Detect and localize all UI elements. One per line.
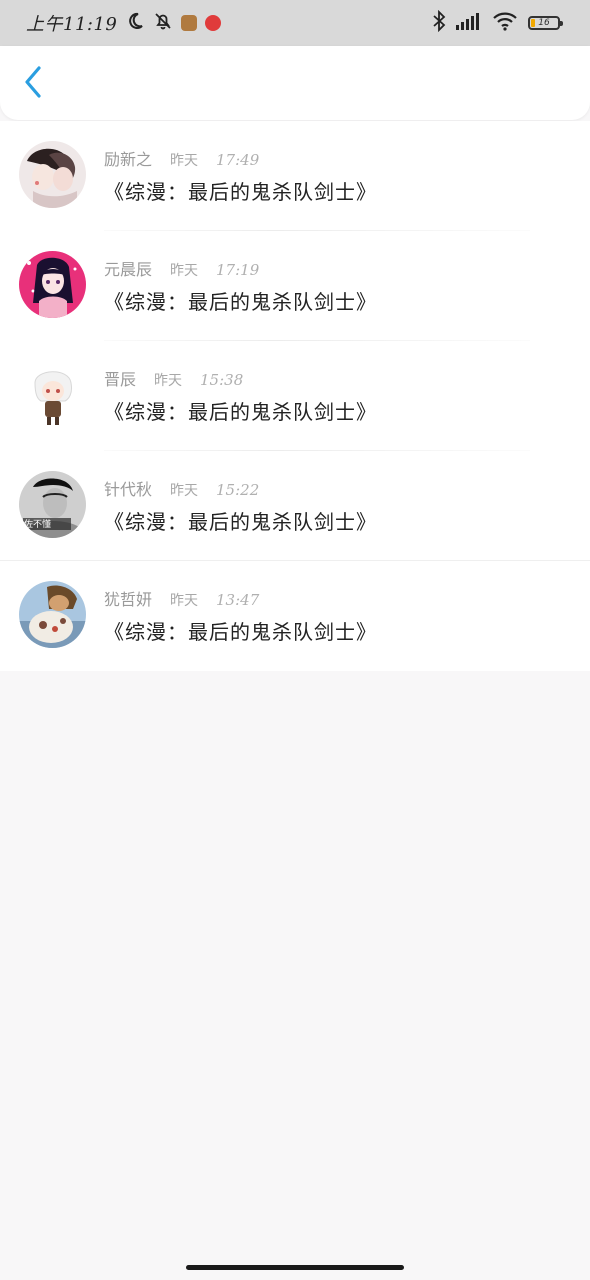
sender-name: 晋辰 xyxy=(104,370,137,389)
sender-name: 针代秋 xyxy=(104,480,153,499)
list-item[interactable]: 晋辰 昨天 15:38 《综漫：最后的鬼杀队剑士》 xyxy=(0,341,590,451)
date-label: 昨天 xyxy=(170,593,199,609)
status-time: 上午11:19 xyxy=(26,14,118,35)
home-indicator[interactable] xyxy=(186,1265,404,1270)
book-title[interactable]: 《综漫：最后的鬼杀队剑士》 xyxy=(104,286,570,315)
time-label: 13:47 xyxy=(216,591,260,609)
bluetooth-icon xyxy=(432,9,446,36)
app-notification-icon xyxy=(181,15,198,31)
signal-icon xyxy=(456,12,482,34)
wifi-icon xyxy=(492,11,518,35)
message-list: 励新之 昨天 17:49 《综漫：最后的鬼杀队剑士》 元晨辰 昨天 17:19 … xyxy=(0,121,590,671)
list-item[interactable]: 犹哲妍 昨天 13:47 《综漫：最后的鬼杀队剑士》 xyxy=(0,561,590,671)
avatar[interactable] xyxy=(19,251,86,318)
avatar[interactable] xyxy=(19,581,86,648)
battery-level: 16 xyxy=(538,18,550,28)
chevron-left-icon xyxy=(24,66,42,102)
back-button[interactable] xyxy=(18,66,48,102)
date-label: 昨天 xyxy=(170,483,199,499)
date-label: 昨天 xyxy=(170,263,199,279)
status-bar: 上午11:19 16 xyxy=(0,0,590,46)
sender-name: 励新之 xyxy=(104,150,153,169)
list-item[interactable]: 元晨辰 昨天 17:19 《综漫：最后的鬼杀队剑士》 xyxy=(0,231,590,341)
list-item[interactable]: 励新之 昨天 17:49 《综漫：最后的鬼杀队剑士》 xyxy=(0,121,590,231)
avatar[interactable]: 佐不懂 xyxy=(19,471,86,538)
time-label: 17:19 xyxy=(216,261,260,279)
avatar-caption: 佐不懂 xyxy=(24,518,51,530)
book-title[interactable]: 《综漫：最后的鬼杀队剑士》 xyxy=(104,506,570,535)
book-title[interactable]: 《综漫：最后的鬼杀队剑士》 xyxy=(104,396,570,425)
book-title[interactable]: 《综漫：最后的鬼杀队剑士》 xyxy=(104,176,570,205)
time-label: 17:49 xyxy=(216,151,260,169)
time-label: 15:38 xyxy=(200,371,244,389)
sender-name: 犹哲妍 xyxy=(104,590,153,609)
book-title[interactable]: 《综漫：最后的鬼杀队剑士》 xyxy=(104,616,570,645)
date-label: 昨天 xyxy=(170,153,199,169)
date-label: 昨天 xyxy=(154,373,183,389)
battery-icon: 16 xyxy=(528,16,563,30)
app-notification-icon xyxy=(205,15,222,31)
avatar[interactable] xyxy=(19,361,86,428)
sender-name: 元晨辰 xyxy=(104,260,153,279)
bell-off-icon xyxy=(153,11,173,35)
moon-icon xyxy=(125,11,145,35)
list-item[interactable]: 佐不懂 针代秋 昨天 15:22 《综漫：最后的鬼杀队剑士》 xyxy=(0,451,590,561)
top-nav-bar xyxy=(0,46,590,120)
time-label: 15:22 xyxy=(216,481,260,499)
avatar[interactable] xyxy=(19,141,86,208)
